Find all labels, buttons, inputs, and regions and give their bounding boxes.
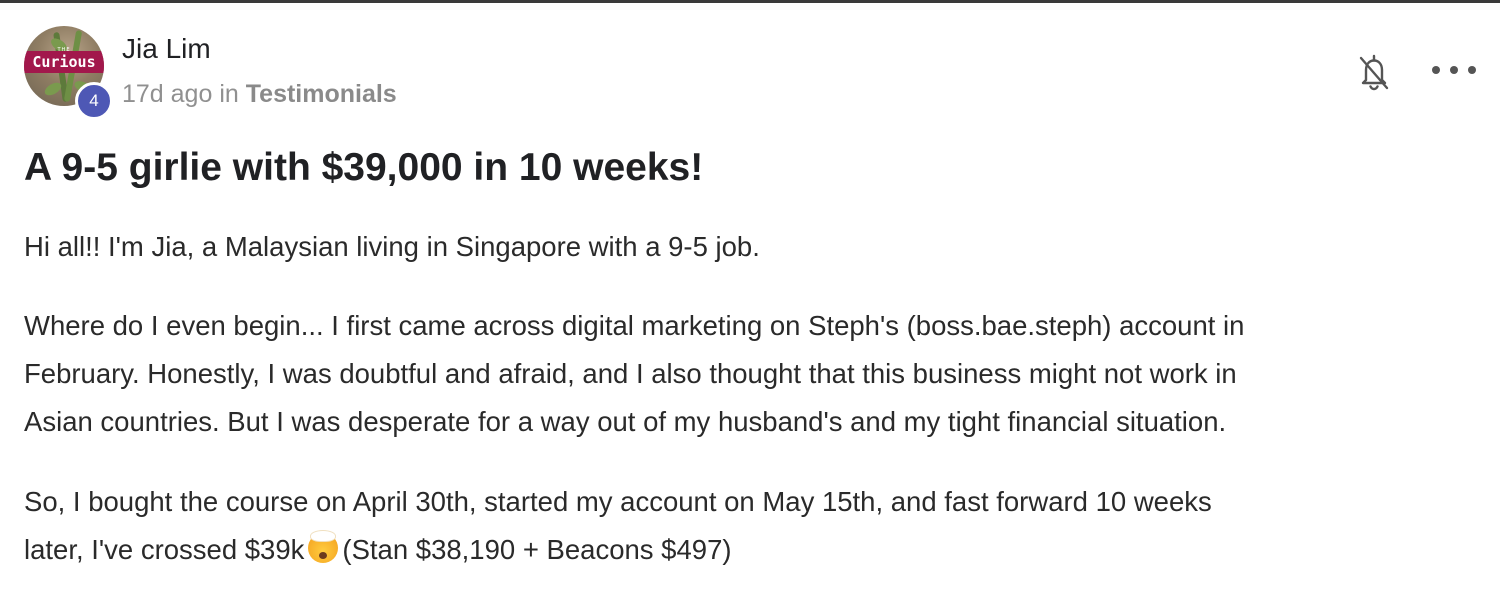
post-paragraph: Where do I even begin... I first came ac… (24, 302, 1474, 446)
more-horizontal-icon (1468, 66, 1476, 74)
avatar-plant-leaf (42, 80, 64, 98)
paragraph-line: Hi all!! I'm Jia, a Malaysian living in … (24, 231, 760, 262)
notification-toggle-button[interactable] (1356, 52, 1392, 92)
post-paragraph: So, I bought the course on April 30th, s… (24, 478, 1474, 574)
author-avatar-wrapper[interactable]: THE Curious 4 (24, 26, 113, 120)
paragraph-line: later, I've crossed $39k (Stan $38,190 + … (24, 526, 1474, 574)
post-card: THE Curious 4 Jia Lim 17d ago in Testimo… (0, 0, 1500, 594)
paragraph-line: So, I bought the course on April 30th, s… (24, 486, 1212, 517)
level-badge: 4 (75, 82, 113, 120)
paragraph-line: Asian countries. But I was desperate for… (24, 406, 1227, 437)
post-meta-in: in (219, 80, 239, 108)
paragraph-line: February. Honestly, I was doubtful and a… (24, 358, 1237, 389)
more-horizontal-icon (1450, 66, 1458, 74)
more-options-button[interactable] (1432, 58, 1476, 82)
post-meta: 17d ago in Testimonials (122, 80, 397, 109)
more-horizontal-icon (1432, 66, 1440, 74)
paragraph-text: (Stan $38,190 + Beacons $497) (342, 534, 732, 565)
exploding-head-emoji-icon (308, 531, 339, 563)
paragraph-text: later, I've crossed $39k (24, 534, 305, 565)
post-time: 17d ago (122, 80, 213, 108)
post-category-link[interactable]: Testimonials (246, 80, 397, 108)
avatar-logo-text: Curious (32, 53, 96, 71)
post-paragraph: Hi all!! I'm Jia, a Malaysian living in … (24, 223, 1474, 271)
author-name[interactable]: Jia Lim (122, 33, 211, 65)
bell-off-icon (1359, 54, 1389, 91)
paragraph-line: Where do I even begin... I first came ac… (24, 310, 1245, 341)
post-title: A 9-5 girlie with $39,000 in 10 weeks! (24, 146, 704, 189)
